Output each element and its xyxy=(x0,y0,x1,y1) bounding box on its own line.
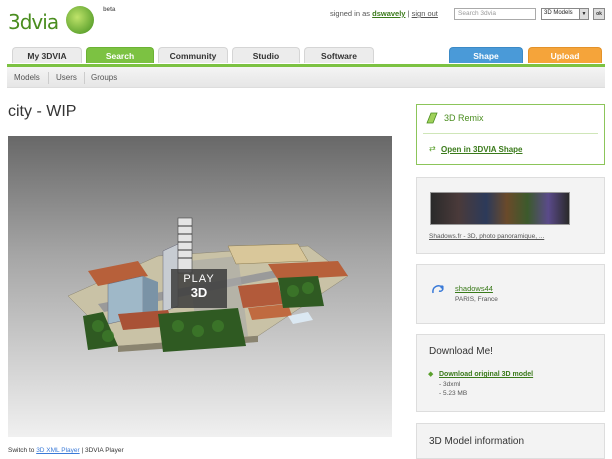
3dvia-logo[interactable]: 3dvia xyxy=(8,6,98,36)
beta-label: beta xyxy=(103,7,116,13)
remix-icon xyxy=(426,112,438,124)
switch-prefix: Switch to xyxy=(8,447,35,454)
author-panel: shadows44 PARIS, France xyxy=(416,264,605,324)
download-size: - 5.23 MB xyxy=(439,390,468,397)
ad-caption-link[interactable]: Shadows.fr - 3D, photo panoramique, ... xyxy=(429,233,544,240)
sub-navigation: Models Users Groups xyxy=(7,64,605,88)
search-ok-button[interactable]: ok xyxy=(593,8,605,20)
author-location: PARIS, France xyxy=(455,296,498,303)
player-switch: Switch to 3D XML Player | 3DVIA Player xyxy=(8,447,124,454)
remix-divider xyxy=(423,133,598,134)
download-format: - 3dxml xyxy=(439,381,461,388)
logo-ball-icon xyxy=(66,6,94,34)
subnav-divider xyxy=(84,72,85,84)
refresh-arrow-icon: ⇄ xyxy=(429,144,436,153)
tab-shape[interactable]: Shape xyxy=(449,47,523,63)
header-separator: | xyxy=(407,9,410,18)
tab-community[interactable]: Community xyxy=(158,47,228,63)
tab-my-3dvia[interactable]: My 3DVIA xyxy=(12,47,82,63)
subnav-divider xyxy=(48,72,49,84)
3d-viewer[interactable]: PLAY 3D xyxy=(8,136,392,437)
author-name-link[interactable]: shadows44 xyxy=(455,284,493,293)
search-input[interactable]: Search 3dvia xyxy=(454,8,536,20)
chevron-down-icon: ▼ xyxy=(579,9,588,19)
user-avatar-icon[interactable] xyxy=(430,281,446,297)
search-scope-select[interactable]: 3D Models ▼ xyxy=(541,8,589,20)
model-info-title: 3D Model information xyxy=(429,436,525,447)
current-player-label: 3DVIA Player xyxy=(84,447,124,454)
open-in-shape-link[interactable]: Open in 3DVIA Shape xyxy=(441,145,523,154)
tab-search[interactable]: Search xyxy=(86,47,154,63)
page-title: city - WIP xyxy=(8,103,77,120)
signed-in-info: signed in as dswavely | sign out xyxy=(330,9,438,18)
remix-title: 3D Remix xyxy=(444,113,484,123)
download-arrow-icon: ◆ xyxy=(428,371,434,378)
sign-out-link[interactable]: sign out xyxy=(412,9,438,18)
3d-remix-panel: 3D Remix ⇄ Open in 3DVIA Shape xyxy=(416,104,605,165)
tab-upload[interactable]: Upload xyxy=(528,47,602,63)
sponsored-panel: Shadows.fr - 3D, photo panoramique, ... xyxy=(416,177,605,254)
switch-separator: | xyxy=(81,447,84,454)
search-scope-value: 3D Models xyxy=(544,10,573,16)
model-info-panel: 3D Model information xyxy=(416,423,605,459)
logo-text: 3dvia xyxy=(8,10,59,34)
username-link[interactable]: dswavely xyxy=(372,9,405,18)
download-panel: Download Me! ◆ Download original 3D mode… xyxy=(416,334,605,412)
tab-studio[interactable]: Studio xyxy=(232,47,300,63)
play-label: PLAY xyxy=(183,273,215,285)
tab-software[interactable]: Software xyxy=(304,47,374,63)
subnav-groups[interactable]: Groups xyxy=(91,73,117,82)
download-original-link[interactable]: Download original 3D model xyxy=(439,371,533,378)
subnav-users[interactable]: Users xyxy=(56,73,77,82)
subnav-models[interactable]: Models xyxy=(14,73,40,82)
ad-banner-image[interactable] xyxy=(430,192,570,225)
3d-xml-player-link[interactable]: 3D XML Player xyxy=(36,447,79,454)
play-3d-button[interactable]: PLAY 3D xyxy=(171,269,227,308)
play-3d-label: 3D xyxy=(190,285,208,300)
download-title: Download Me! xyxy=(429,346,493,357)
signed-in-prefix: signed in as xyxy=(330,9,371,18)
